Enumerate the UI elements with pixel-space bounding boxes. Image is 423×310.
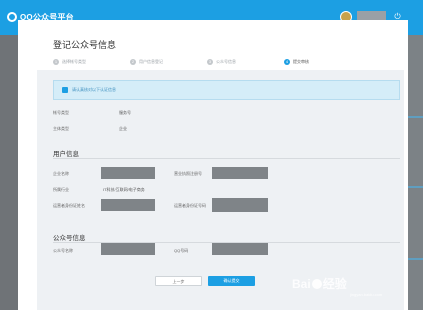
step-number: 3 [207, 59, 213, 65]
public-name-masked [101, 243, 155, 255]
baidu-paw-icon [311, 279, 322, 289]
step-number: 4 [284, 59, 290, 65]
step-number: 2 [130, 59, 136, 65]
watermark-suffix: 经验 [322, 277, 347, 291]
step-user-info: 2 用户信息登记 [130, 59, 180, 65]
license-no-label: 营业执照注册号 [174, 171, 202, 176]
license-no-masked [212, 167, 268, 179]
background-panel [408, 20, 423, 310]
confirm-submit-button[interactable]: 确认提交 [208, 276, 255, 286]
company-name-masked [101, 167, 155, 179]
qq-logo-icon [7, 12, 17, 22]
background-strip [408, 116, 423, 118]
public-name-label: 公众号名称 [53, 248, 73, 253]
industry-value: IT科技/互联网/电子商务 [103, 187, 145, 192]
step-label: 公众号信息 [216, 59, 236, 64]
step-select-account-type: 1 选择帐号类型 [53, 59, 103, 65]
account-type-value: 服务号 [119, 110, 131, 115]
industry-label: 所属行业 [53, 187, 69, 192]
subject-type-label: 主体类型 [53, 126, 69, 131]
qq-number-label: QQ号码 [174, 248, 189, 253]
operator-name-label: 运营者身份证姓名 [53, 203, 85, 208]
step-submit-review: 4 提交审核 [284, 59, 334, 65]
notice-text: 请认真核对以下认证信息 [72, 87, 116, 92]
user-info-section-title: 用户信息 [53, 151, 79, 158]
content-area: 请认真核对以下认证信息 帐号类型 服务号 主体类型 企业 用户信息 企业名称 营… [37, 70, 404, 310]
watermark-url: jingyan.baidu.com [350, 292, 383, 297]
step-public-account-info: 3 公众号信息 [207, 59, 257, 65]
progress-steps: 1 选择帐号类型 2 用户信息登记 3 公众号信息 4 提交审核 [53, 57, 383, 67]
company-name-label: 企业名称 [53, 171, 69, 176]
background-strip [408, 186, 423, 188]
register-dialog: 登记公众号信息 1 选择帐号类型 2 用户信息登记 3 公众号信息 4 提交审核… [18, 20, 408, 310]
section-divider [53, 158, 400, 159]
notice-banner: 请认真核对以下认证信息 [53, 80, 400, 100]
public-info-section-title: 公众号信息 [53, 235, 86, 242]
subject-type-value: 企业 [119, 126, 127, 131]
account-type-label: 帐号类型 [53, 110, 69, 115]
previous-step-button[interactable]: 上一步 [155, 276, 202, 286]
operator-id-masked [212, 198, 268, 212]
info-icon [62, 87, 68, 93]
step-number: 1 [53, 59, 59, 65]
qq-number-masked [212, 243, 268, 255]
watermark-text: Bai [292, 277, 311, 291]
step-label: 选择帐号类型 [62, 59, 86, 64]
background-strip [408, 258, 423, 260]
step-label: 用户信息登记 [139, 59, 163, 64]
dialog-title: 登记公众号信息 [53, 40, 117, 50]
operator-name-masked [101, 199, 155, 211]
baidu-watermark: Bai 经验 [292, 275, 347, 292]
step-label: 提交审核 [293, 59, 309, 64]
operator-id-label: 运营者身份证号码 [174, 203, 206, 208]
